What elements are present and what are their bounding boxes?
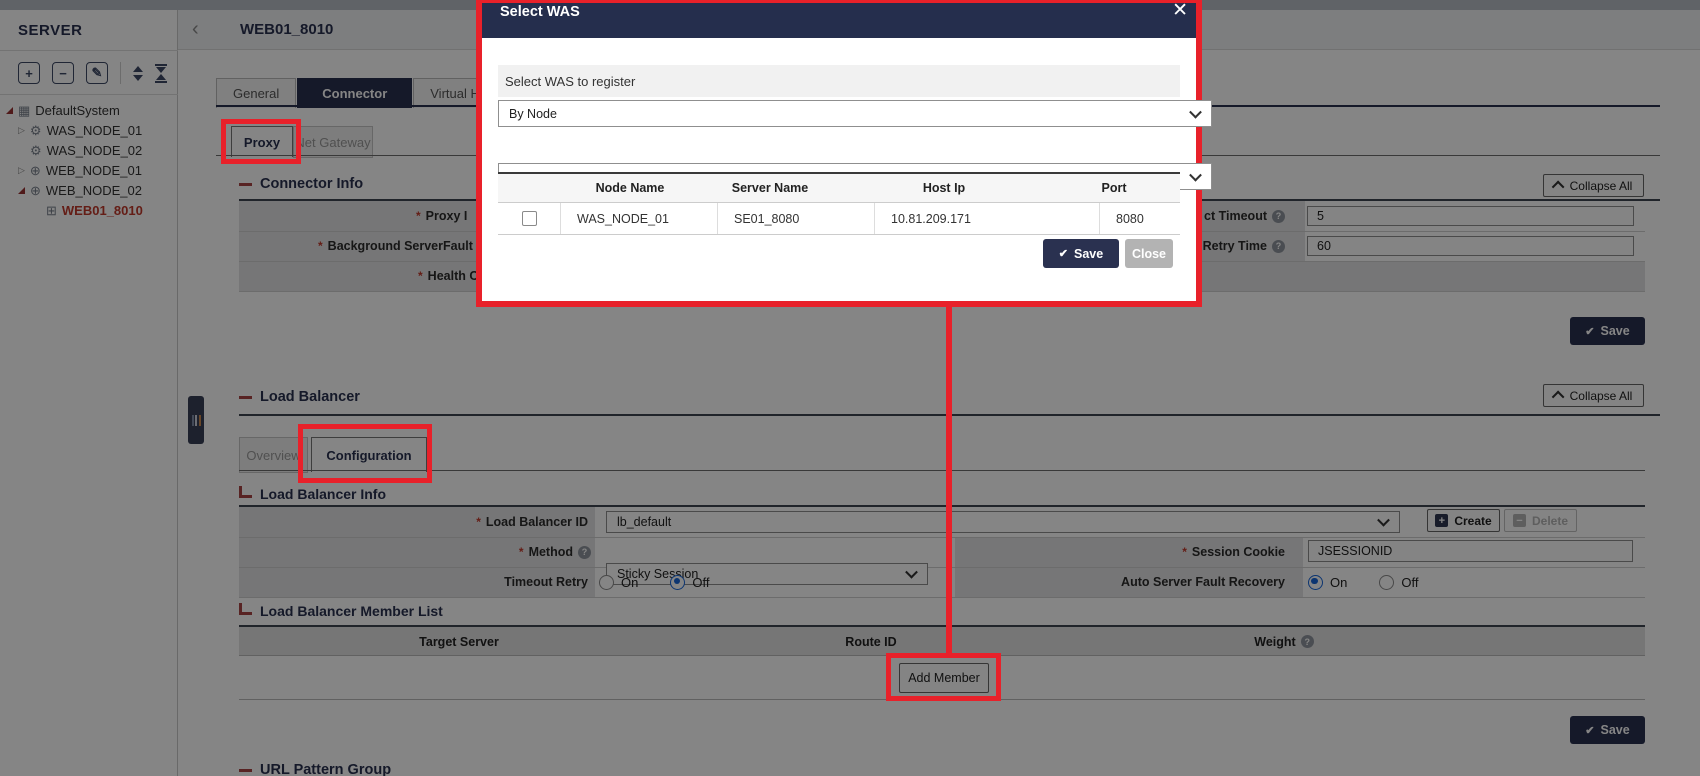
button-label: Save bbox=[1074, 247, 1103, 261]
column-port: Port bbox=[1048, 174, 1180, 202]
cell-port: 8080 bbox=[1099, 203, 1180, 234]
check-icon: ✔ bbox=[1059, 247, 1068, 260]
annotation-connector-line bbox=[946, 307, 952, 654]
dialog-info-bar: Select WAS to register bbox=[498, 65, 1180, 97]
checkbox-column-header bbox=[498, 174, 560, 202]
annotation-configuration-tab bbox=[298, 424, 432, 483]
select-value: By Node bbox=[509, 107, 557, 121]
column-host-ip: Host Ip bbox=[840, 174, 1048, 202]
column-server-name: Server Name bbox=[700, 174, 840, 202]
was-table-header: Node Name Server Name Host Ip Port bbox=[498, 174, 1180, 203]
cell-server-name: SE01_8080 bbox=[717, 203, 874, 234]
dialog-titlebar: Select WAS bbox=[482, 3, 1196, 38]
was-table-row[interactable]: WAS_NODE_01 SE01_8080 10.81.209.171 8080 bbox=[498, 203, 1180, 235]
dialog-close-button[interactable]: Close bbox=[1125, 239, 1173, 268]
annotation-add-member bbox=[886, 653, 1001, 701]
checkbox[interactable] bbox=[522, 211, 537, 226]
chevron-down-icon bbox=[1189, 105, 1202, 118]
column-node-name: Node Name bbox=[560, 174, 700, 202]
dialog-save-button[interactable]: ✔ Save bbox=[1043, 239, 1119, 268]
row-checkbox-cell bbox=[498, 203, 560, 234]
info-text: Select WAS to register bbox=[505, 74, 635, 89]
app-window: SERVER + − ✎ ▦ DefaultSystem ▷ ⚙ WAS_NOD… bbox=[0, 0, 1700, 776]
cell-node-name: WAS_NODE_01 bbox=[560, 203, 717, 234]
filter-type-select[interactable]: By Node bbox=[498, 100, 1212, 127]
chevron-down-icon bbox=[1189, 168, 1202, 181]
dialog-title: Select WAS bbox=[500, 4, 580, 20]
cell-host-ip: 10.81.209.171 bbox=[874, 203, 1099, 234]
close-icon[interactable]: ✕ bbox=[1172, 0, 1188, 22]
select-was-dialog: Select WAS ✕ Select WAS to register By N… bbox=[476, 0, 1202, 307]
annotation-proxy-tab bbox=[221, 119, 301, 164]
was-table: Node Name Server Name Host Ip Port WAS_N… bbox=[498, 172, 1180, 235]
